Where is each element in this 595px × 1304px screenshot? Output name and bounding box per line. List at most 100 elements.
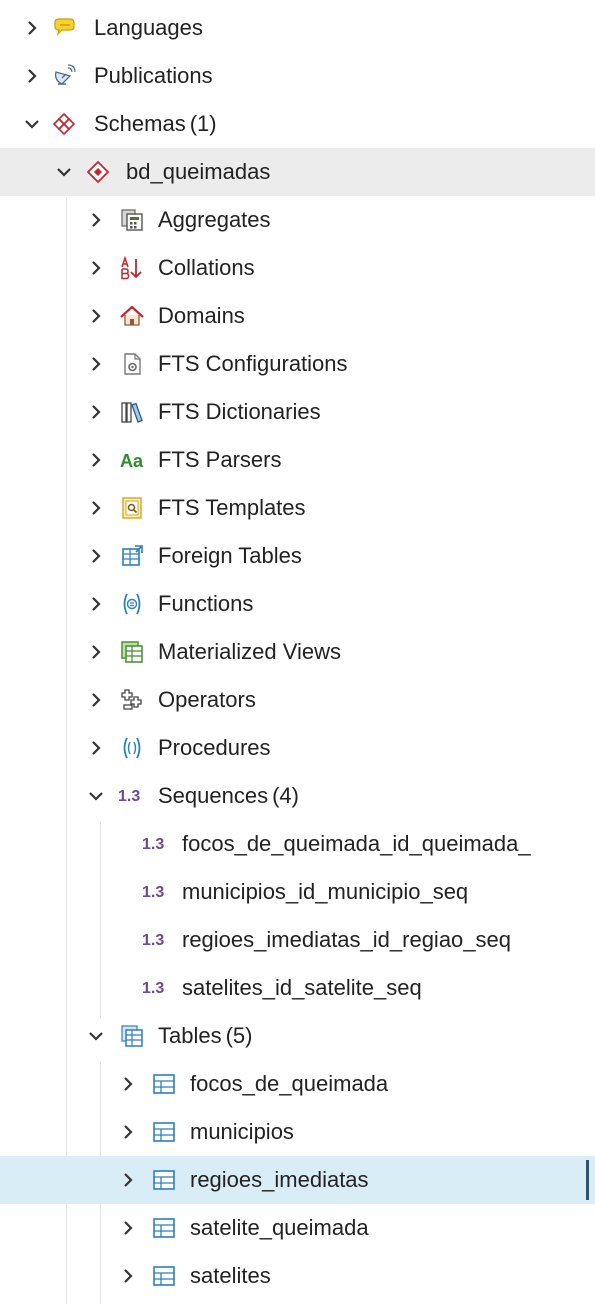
chevron-right-icon[interactable] — [86, 642, 106, 662]
chevron-right-icon[interactable] — [118, 1218, 138, 1238]
tree-node-label: Schemas (1) — [94, 111, 217, 136]
schemas-icon — [52, 112, 76, 136]
fts-parser-icon: Aa — [120, 451, 144, 471]
chevron-down-icon[interactable] — [86, 1026, 106, 1046]
object-explorer-tree: Languages Publications Schemas (1) bd_qu… — [0, 0, 595, 1304]
tree-node-label: Collations — [158, 255, 255, 280]
domains-icon — [120, 304, 144, 328]
tree-node-fts-templates[interactable]: FTS Templates — [0, 484, 595, 532]
chevron-right-icon[interactable] — [86, 450, 106, 470]
tree-node-label: Foreign Tables — [158, 543, 302, 568]
tree-node-sequence-item[interactable]: 1.3 municipios_id_municipio_seq — [0, 868, 595, 916]
tree-node-materialized-views[interactable]: Materialized Views — [0, 628, 595, 676]
tree-node-label: Operators — [158, 687, 256, 712]
tree-node-label: Materialized Views — [158, 639, 342, 664]
chevron-right-icon[interactable] — [118, 1170, 138, 1190]
sequence-icon: 1.3 — [142, 932, 165, 949]
tree-node-label: FTS Templates — [158, 495, 306, 520]
chevron-right-icon[interactable] — [86, 498, 106, 518]
chevron-down-icon[interactable] — [54, 162, 74, 182]
materialized-view-icon — [120, 640, 144, 664]
fts-template-icon — [120, 496, 144, 520]
tree-node-languages[interactable]: Languages — [0, 4, 595, 52]
tree-node-publications[interactable]: Publications — [0, 52, 595, 100]
tree-node-label: FTS Parsers — [158, 447, 282, 472]
sort-az-icon — [120, 256, 144, 280]
tree-node-label: Aggregates — [158, 207, 271, 232]
tree-node-sequence-item[interactable]: 1.3 regioes_imediatas_id_regiao_seq — [0, 916, 595, 964]
tree-node-label: regioes_imediatas — [190, 1167, 369, 1192]
chevron-right-icon[interactable] — [22, 66, 42, 86]
schema-icon — [86, 160, 110, 184]
tree-node-table-item[interactable]: focos_de_queimada — [0, 1060, 595, 1108]
chevron-right-icon[interactable] — [118, 1122, 138, 1142]
tree-node-aggregates[interactable]: Aggregates — [0, 196, 595, 244]
tree-node-label: FTS Dictionaries — [158, 399, 321, 424]
chevron-right-icon[interactable] — [86, 354, 106, 374]
publications-icon — [52, 64, 76, 88]
sequence-icon: 1.3 — [142, 836, 165, 853]
tree-node-table-item[interactable]: municipios — [0, 1108, 595, 1156]
foreign-table-icon — [120, 544, 144, 568]
chevron-right-icon[interactable] — [86, 258, 106, 278]
fts-dictionary-icon — [120, 400, 144, 424]
chevron-right-icon[interactable] — [86, 210, 106, 230]
table-icon — [152, 1264, 176, 1288]
chevron-right-icon[interactable] — [86, 738, 106, 758]
tree-node-label: municipios_id_municipio_seq — [182, 879, 469, 904]
tree-node-fts-parsers[interactable]: Aa FTS Parsers — [0, 436, 595, 484]
tree-node-table-item[interactable]: satelites — [0, 1252, 595, 1300]
tree-node-label: Procedures — [158, 735, 271, 760]
table-icon — [152, 1168, 176, 1192]
chevron-right-icon[interactable] — [118, 1266, 138, 1286]
tree-node-label: focos_de_queimada — [190, 1071, 389, 1096]
table-icon — [152, 1072, 176, 1096]
tree-node-label: Functions — [158, 591, 254, 616]
tree-node-fts-configurations[interactable]: FTS Configurations — [0, 340, 595, 388]
tree-node-label: Publications — [94, 63, 213, 88]
tree-node-label: focos_de_queimada_id_queimada_ — [182, 831, 531, 856]
fts-configuration-icon — [120, 352, 144, 376]
sequence-icon: 1.3 — [142, 884, 165, 901]
chevron-down-icon[interactable] — [86, 786, 106, 806]
functions-icon — [120, 592, 144, 616]
table-icon — [152, 1216, 176, 1240]
chevron-right-icon[interactable] — [118, 1074, 138, 1094]
tree-node-label: Languages — [94, 15, 203, 40]
tree-node-schemas[interactable]: Schemas (1) — [0, 100, 595, 148]
tree-node-sequence-item[interactable]: 1.3 focos_de_queimada_id_queimada_ — [0, 820, 595, 868]
tree-node-operators[interactable]: Operators — [0, 676, 595, 724]
procedures-icon — [120, 736, 144, 760]
tree-node-domains[interactable]: Domains — [0, 292, 595, 340]
chevron-right-icon[interactable] — [86, 594, 106, 614]
tree-node-sequence-item[interactable]: 1.3 satelites_id_satelite_seq — [0, 964, 595, 1012]
aggregates-icon — [120, 208, 144, 232]
sequence-icon: 1.3 — [142, 980, 165, 997]
chevron-right-icon[interactable] — [86, 546, 106, 566]
chevron-right-icon[interactable] — [86, 690, 106, 710]
tree-node-label: satelite_queimada — [190, 1215, 369, 1240]
tree-node-tables[interactable]: Tables (5) — [0, 1012, 595, 1060]
tree-node-label: municipios — [190, 1119, 294, 1144]
chevron-right-icon[interactable] — [86, 402, 106, 422]
chevron-down-icon[interactable] — [22, 114, 42, 134]
tree-node-table-item-selected[interactable]: regioes_imediatas — [0, 1156, 595, 1204]
tree-node-label: regioes_imediatas_id_regiao_seq — [182, 927, 512, 952]
tree-node-label: satelites_id_satelite_seq — [182, 975, 422, 1000]
tree-node-fts-dictionaries[interactable]: FTS Dictionaries — [0, 388, 595, 436]
tree-node-table-item[interactable]: satelite_queimada — [0, 1204, 595, 1252]
tree-node-procedures[interactable]: Procedures — [0, 724, 595, 772]
tree-node-label: FTS Configurations — [158, 351, 348, 376]
sequence-icon: 1.3 — [118, 788, 141, 805]
tree-node-foreign-tables[interactable]: Foreign Tables — [0, 532, 595, 580]
tree-node-functions[interactable]: Functions — [0, 580, 595, 628]
tree-node-label: Tables (5) — [158, 1023, 253, 1048]
tree-node-label: Sequences (4) — [158, 783, 299, 808]
chevron-right-icon[interactable] — [86, 306, 106, 326]
tree-node-collations[interactable]: Collations — [0, 244, 595, 292]
tree-node-sequences[interactable]: 1.3 Sequences (4) — [0, 772, 595, 820]
chevron-right-icon[interactable] — [22, 18, 42, 38]
operators-icon — [120, 688, 144, 712]
tree-node-schema-bd-queimadas[interactable]: bd_queimadas — [0, 148, 595, 196]
languages-icon — [52, 16, 76, 40]
